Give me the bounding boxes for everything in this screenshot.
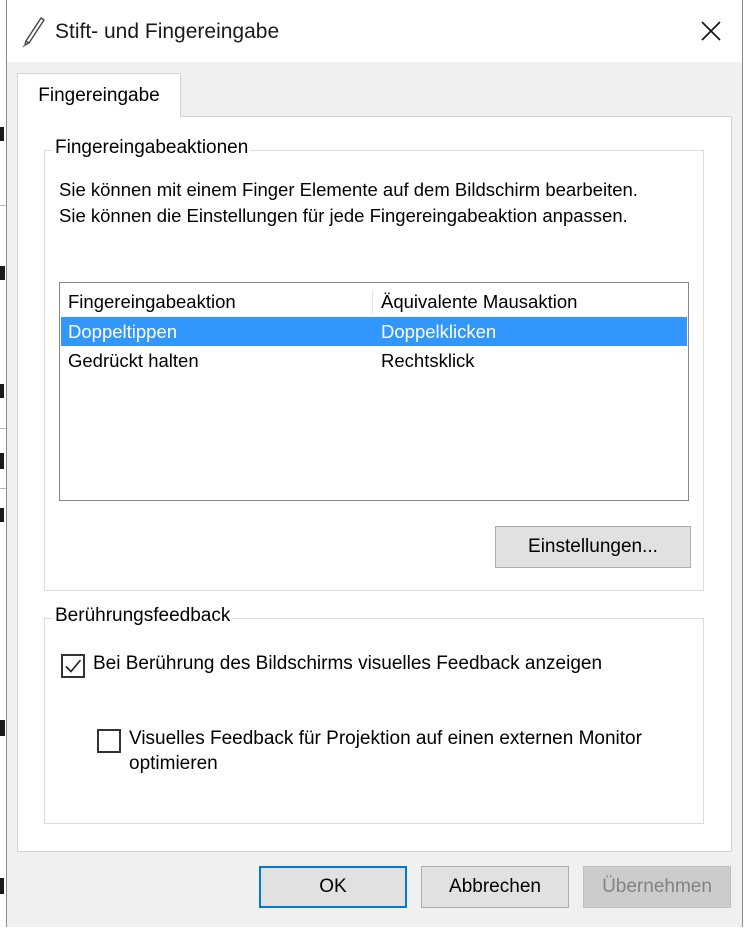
background-glyph	[0, 720, 5, 736]
touch-actions-group: Fingereingabeaktionen Sie können mit ein…	[44, 137, 704, 591]
window-title: Stift- und Fingereingabe	[55, 20, 280, 43]
group-label: Berührungsfeedback	[53, 605, 233, 627]
background-glyph	[0, 878, 4, 894]
ok-button[interactable]: OK	[259, 866, 407, 908]
column-header-action[interactable]: Fingereingabeaktion	[68, 291, 236, 313]
projection-checkbox[interactable]	[97, 729, 121, 753]
list-row-gedrueckt-halten[interactable]: Gedrückt halten Rechtsklick	[61, 346, 687, 375]
projection-label: Visuelles Feedback für Projektion auf ei…	[129, 728, 642, 774]
tab-fingereingabe[interactable]: Fingereingabe	[17, 73, 181, 117]
touch-actions-list[interactable]: Fingereingabeaktion Äquivalente Mausakti…	[59, 282, 689, 501]
visual-feedback-label: Bei Berührung des Bildschirms visuelles …	[93, 653, 603, 674]
title-bar[interactable]: Stift- und Fingereingabe	[7, 0, 742, 62]
background-glyph	[0, 453, 4, 469]
settings-button[interactable]: Einstellungen...	[495, 526, 691, 568]
row-mouse-action: Rechtsklick	[381, 349, 475, 371]
list-row-doppeltippen[interactable]: Doppeltippen Doppelklicken	[61, 317, 687, 346]
cancel-button[interactable]: Abbrechen	[421, 866, 569, 908]
row-action: Gedrückt halten	[68, 349, 199, 371]
column-divider[interactable]	[372, 290, 373, 314]
close-button[interactable]	[680, 0, 742, 62]
background-glyph	[0, 266, 5, 280]
background-glyph	[0, 384, 4, 398]
touch-actions-description: Sie können mit einem Finger Elemente auf…	[59, 179, 638, 226]
row-mouse-action: Doppelklicken	[381, 320, 497, 342]
visual-feedback-checkbox[interactable]	[61, 654, 85, 678]
checkmark-icon	[65, 659, 82, 673]
pen-icon	[22, 17, 45, 48]
apply-button[interactable]: Übernehmen	[583, 866, 731, 908]
touch-feedback-group: Berührungsfeedback Bei Berührung des Bil…	[44, 605, 704, 824]
background-glyph	[0, 508, 4, 522]
close-icon	[701, 21, 721, 41]
dialog-client-area: Fingereingabe Fingereingabeaktionen Sie …	[7, 62, 742, 927]
row-action: Doppeltippen	[68, 320, 178, 342]
background-glyph	[0, 127, 4, 141]
list-header: Fingereingabeaktion Äquivalente Mausakti…	[61, 287, 687, 316]
tab-panel: Fingereingabeaktionen Sie können mit ein…	[17, 116, 732, 852]
group-label: Fingereingabeaktionen	[53, 137, 251, 159]
visual-feedback-option[interactable]: Bei Berührung des Bildschirms visuelles …	[61, 651, 621, 678]
pen-touch-dialog: Stift- und Fingereingabe Fingereingabe F…	[6, 0, 743, 927]
column-header-mouse-action[interactable]: Äquivalente Mausaktion	[381, 291, 577, 313]
projection-option[interactable]: Visuelles Feedback für Projektion auf ei…	[97, 726, 657, 776]
